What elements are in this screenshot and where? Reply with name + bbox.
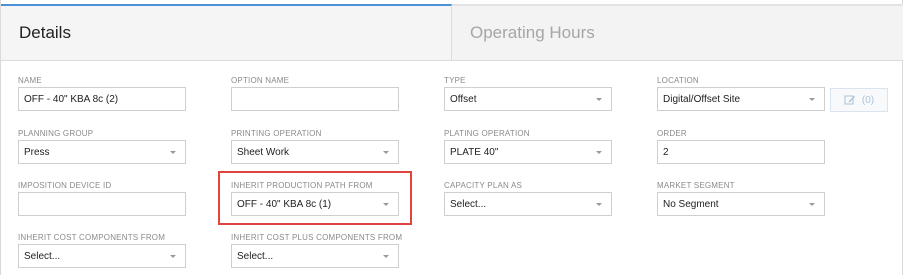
planning-group-label: PLANNING GROUP [18,129,94,138]
name-value: OFF - 40" KBA 8c (2) [24,93,119,105]
option-name-label: OPTION NAME [231,76,290,85]
chevron-down-icon [170,254,176,258]
plating-operation-label: PLATING OPERATION [444,129,530,138]
chevron-down-icon [809,202,815,206]
capacity-plan-as-label: CAPACITY PLAN AS [444,181,523,190]
chevron-down-icon [383,150,389,154]
inherit-cost-components-value: Select... [24,250,61,262]
inherit-cost-components-select[interactable]: Select... [18,244,186,268]
imposition-device-id-input[interactable] [18,192,186,216]
printing-operation-value: Sheet Work [237,146,290,158]
plating-operation-select[interactable]: PLATE 40" [444,140,612,164]
planning-group-value: Press [24,146,50,158]
plating-operation-value: PLATE 40" [450,146,499,158]
type-label: TYPE [444,76,466,85]
type-select[interactable]: Offset [444,87,612,111]
inherit-cost-components-label: INHERIT COST COMPONENTS FROM [18,233,166,242]
chevron-down-icon [596,150,602,154]
printing-operation-select[interactable]: Sheet Work [231,140,399,164]
type-value: Offset [450,93,477,105]
inherit-cost-plus-components-value: Select... [237,250,274,262]
inherit-cost-plus-components-label: INHERIT COST PLUS COMPONENTS FROM [231,233,403,242]
location-value: Digital/Offset Site [663,93,741,105]
location-label: LOCATION [657,76,699,85]
option-name-input[interactable] [231,87,399,111]
edit-icon [844,95,855,105]
tab-bar: Details Operating Hours [0,0,904,62]
chevron-down-icon [809,97,815,101]
chevron-down-icon [383,254,389,258]
capacity-plan-as-select[interactable]: Select... [444,192,612,216]
tab-operating-hours[interactable]: Operating Hours [452,4,903,61]
order-input[interactable]: 2 [657,140,825,164]
inherit-cost-plus-components-select[interactable]: Select... [231,244,399,268]
name-label: NAME [18,76,42,85]
chevron-down-icon [596,202,602,206]
capacity-plan-as-value: Select... [450,198,487,210]
name-input[interactable]: OFF - 40" KBA 8c (2) [18,87,186,111]
tab-details[interactable]: Details [1,4,452,61]
printing-operation-label: PRINTING OPERATION [231,129,322,138]
order-value: 2 [663,146,669,158]
market-segment-value: No Segment [663,198,719,210]
location-select[interactable]: Digital/Offset Site [657,87,825,111]
highlight-box [218,171,412,225]
market-segment-select[interactable]: No Segment [657,192,825,216]
market-segment-label: MARKET SEGMENT [657,181,735,190]
planning-group-select[interactable]: Press [18,140,186,164]
chevron-down-icon [596,97,602,101]
chevron-down-icon [170,150,176,154]
order-label: ORDER [657,129,687,138]
location-edit-button[interactable]: (0) [830,88,888,112]
imposition-device-id-label: IMPOSITION DEVICE ID [18,181,112,190]
location-edit-count: (0) [861,94,875,106]
